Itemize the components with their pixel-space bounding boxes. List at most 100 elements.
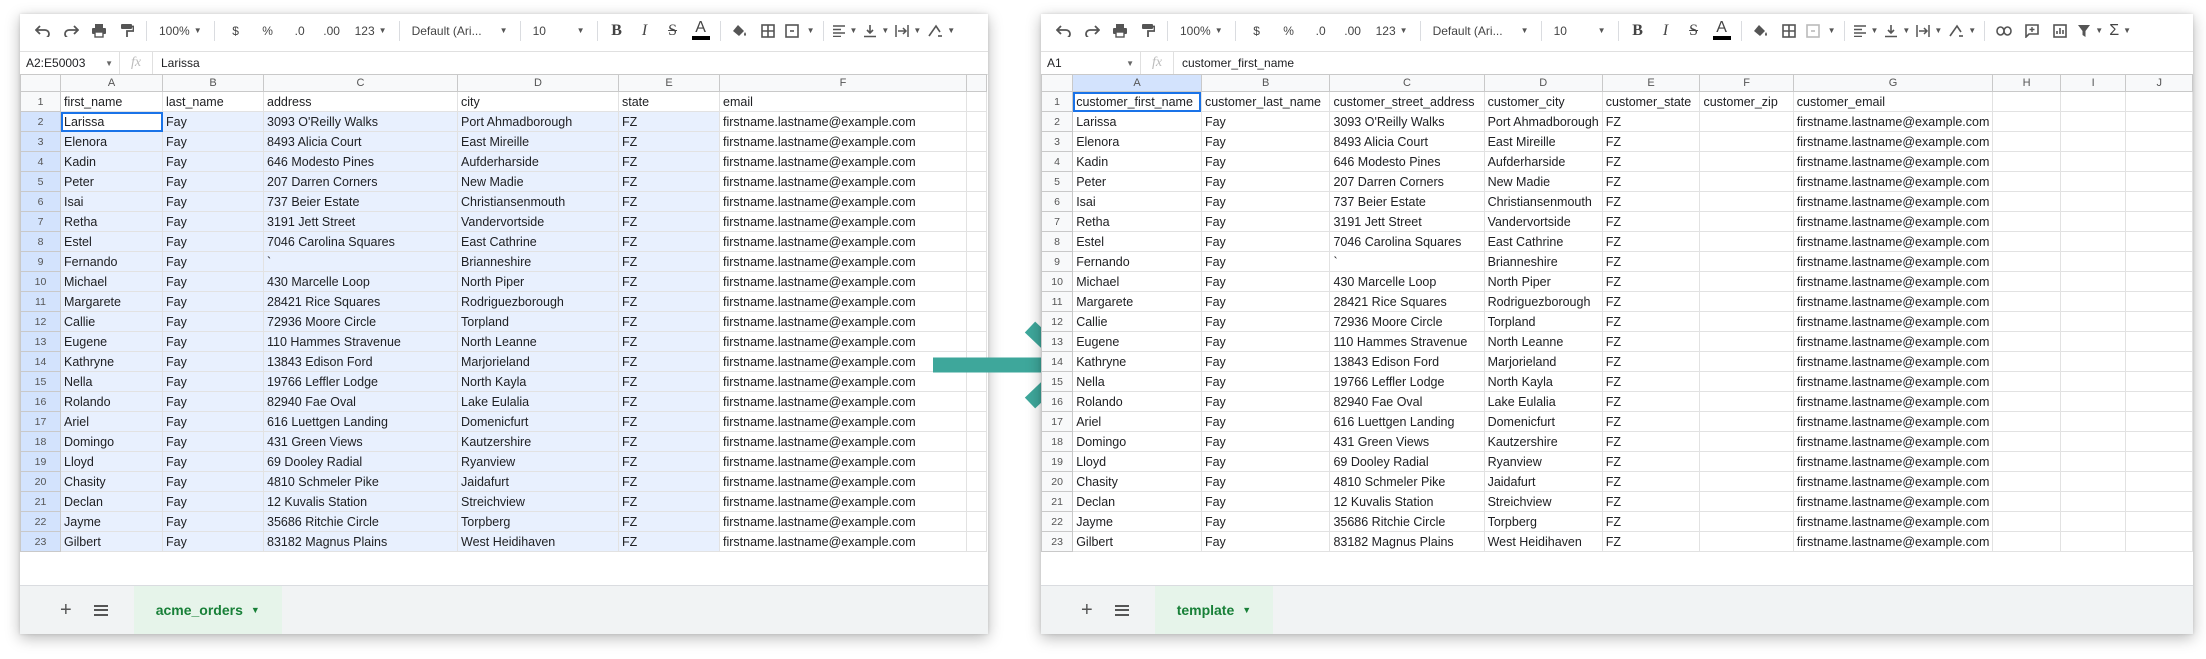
empty-cell[interactable] xyxy=(2059,351,2127,372)
empty-cell[interactable] xyxy=(966,291,987,312)
data-cell[interactable]: Fay xyxy=(1200,271,1331,292)
header-cell[interactable]: state xyxy=(618,91,720,112)
row-header[interactable]: 1 xyxy=(1041,91,1074,112)
data-cell[interactable]: Fay xyxy=(1200,511,1331,532)
data-cell[interactable]: Marjorieland xyxy=(457,351,619,372)
column-header[interactable]: B xyxy=(1200,74,1331,92)
data-cell[interactable]: FZ xyxy=(618,111,720,132)
data-cell[interactable]: Fay xyxy=(162,371,264,392)
data-cell[interactable]: Lake Eulalia xyxy=(457,391,619,412)
empty-cell[interactable] xyxy=(2059,491,2127,512)
empty-cell[interactable] xyxy=(1699,171,1794,192)
row-header[interactable]: 1 xyxy=(20,91,61,112)
header-cell[interactable]: city xyxy=(457,91,619,112)
data-cell[interactable]: Fay xyxy=(162,491,264,512)
row-header[interactable]: 11 xyxy=(1041,291,1074,312)
data-cell[interactable]: Callie xyxy=(60,311,163,332)
data-cell[interactable]: FZ xyxy=(1601,431,1701,452)
data-cell[interactable]: 7046 Carolina Squares xyxy=(263,231,458,252)
column-header[interactable]: D xyxy=(457,74,619,92)
empty-cell[interactable] xyxy=(966,531,987,552)
data-cell[interactable]: 82940 Fae Oval xyxy=(1329,391,1485,412)
empty-cell[interactable] xyxy=(1699,291,1794,312)
data-cell[interactable]: North Leanne xyxy=(457,331,619,352)
data-cell[interactable]: firstname.lastname@example.com xyxy=(1792,311,1994,332)
data-cell[interactable]: firstname.lastname@example.com xyxy=(719,251,967,272)
data-cell[interactable]: Fay xyxy=(1200,111,1331,132)
horizontal-align-icon[interactable]: ▼ xyxy=(832,18,857,44)
row-header[interactable]: 4 xyxy=(20,151,61,172)
empty-cell[interactable] xyxy=(1992,491,2061,512)
data-cell[interactable]: West Heidihaven xyxy=(1483,531,1603,552)
row-header[interactable]: 10 xyxy=(1041,271,1074,292)
data-cell[interactable]: Fay xyxy=(1200,291,1331,312)
italic-button[interactable]: I xyxy=(1655,18,1677,44)
column-header[interactable]: F xyxy=(719,74,967,92)
data-cell[interactable]: Declan xyxy=(1072,491,1202,512)
data-cell[interactable]: firstname.lastname@example.com xyxy=(1792,351,1994,372)
data-cell[interactable]: FZ xyxy=(618,231,720,252)
row-header[interactable]: 17 xyxy=(1041,411,1074,432)
column-header[interactable]: E xyxy=(618,74,720,92)
row-header[interactable]: 9 xyxy=(1041,251,1074,272)
data-cell[interactable]: firstname.lastname@example.com xyxy=(1792,211,1994,232)
font-select[interactable]: Default (Ari... ▼ xyxy=(408,18,512,44)
data-cell[interactable]: FZ xyxy=(1601,151,1701,172)
data-cell[interactable]: Domenicfurt xyxy=(1483,411,1603,432)
data-cell[interactable]: Fay xyxy=(1200,331,1331,352)
data-cell[interactable]: Brianneshire xyxy=(1483,251,1603,272)
data-cell[interactable]: Elenora xyxy=(60,131,163,152)
data-cell[interactable]: Gilbert xyxy=(1072,531,1202,552)
column-header[interactable]: C xyxy=(1329,74,1485,92)
empty-cell[interactable] xyxy=(2059,191,2127,212)
empty-cell[interactable] xyxy=(2125,251,2193,272)
row-header[interactable]: 8 xyxy=(1041,231,1074,252)
percent-format-button[interactable]: % xyxy=(1276,18,1302,44)
row-header[interactable]: 5 xyxy=(1041,171,1074,192)
data-cell[interactable]: Kautzershire xyxy=(457,431,619,452)
data-cell[interactable]: 207 Darren Corners xyxy=(263,171,458,192)
data-cell[interactable]: Rodriguezborough xyxy=(457,291,619,312)
row-header[interactable]: 10 xyxy=(20,271,61,292)
data-cell[interactable]: Ariel xyxy=(60,411,163,432)
name-box[interactable]: A1 ▼ xyxy=(1041,52,1141,74)
data-cell[interactable]: Fay xyxy=(162,111,264,132)
sheet-tab-template[interactable]: template ▼ xyxy=(1154,586,1274,634)
bold-button[interactable]: B xyxy=(1627,18,1649,44)
empty-cell[interactable] xyxy=(1992,531,2061,552)
data-cell[interactable]: Fay xyxy=(1200,411,1331,432)
header-cell[interactable]: customer_first_name xyxy=(1072,91,1202,112)
data-cell[interactable]: Ryanview xyxy=(1483,451,1603,472)
empty-cell[interactable] xyxy=(2125,351,2193,372)
data-cell[interactable]: Gilbert xyxy=(60,531,163,552)
insert-link-icon[interactable] xyxy=(1993,18,2015,44)
data-cell[interactable]: FZ xyxy=(618,511,720,532)
empty-cell[interactable] xyxy=(1992,251,2061,272)
data-cell[interactable]: Lake Eulalia xyxy=(1483,391,1603,412)
empty-cell[interactable] xyxy=(1699,271,1794,292)
data-cell[interactable]: 35686 Ritchie Circle xyxy=(263,511,458,532)
data-cell[interactable]: 72936 Moore Circle xyxy=(263,311,458,332)
data-cell[interactable]: Retha xyxy=(60,211,163,232)
row-header[interactable]: 17 xyxy=(20,411,61,432)
data-cell[interactable]: Kadin xyxy=(1072,151,1202,172)
empty-cell[interactable] xyxy=(2125,491,2193,512)
data-cell[interactable]: Fay xyxy=(1200,211,1331,232)
data-cell[interactable]: FZ xyxy=(618,291,720,312)
data-cell[interactable]: Rolando xyxy=(1072,391,1202,412)
data-cell[interactable]: East Mireille xyxy=(1483,131,1603,152)
empty-cell[interactable] xyxy=(1699,411,1794,432)
data-cell[interactable]: FZ xyxy=(1601,311,1701,332)
data-cell[interactable]: 646 Modesto Pines xyxy=(1329,151,1485,172)
data-cell[interactable]: Torpberg xyxy=(457,511,619,532)
data-cell[interactable]: Fay xyxy=(162,211,264,232)
empty-cell[interactable] xyxy=(1699,131,1794,152)
insert-comment-icon[interactable] xyxy=(2021,18,2043,44)
empty-cell[interactable] xyxy=(966,511,987,532)
empty-cell[interactable] xyxy=(2125,131,2193,152)
empty-cell[interactable] xyxy=(1992,171,2061,192)
data-cell[interactable]: FZ xyxy=(618,391,720,412)
empty-cell[interactable] xyxy=(2059,231,2127,252)
data-cell[interactable]: Rodriguezborough xyxy=(1483,291,1603,312)
data-cell[interactable]: Jayme xyxy=(60,511,163,532)
